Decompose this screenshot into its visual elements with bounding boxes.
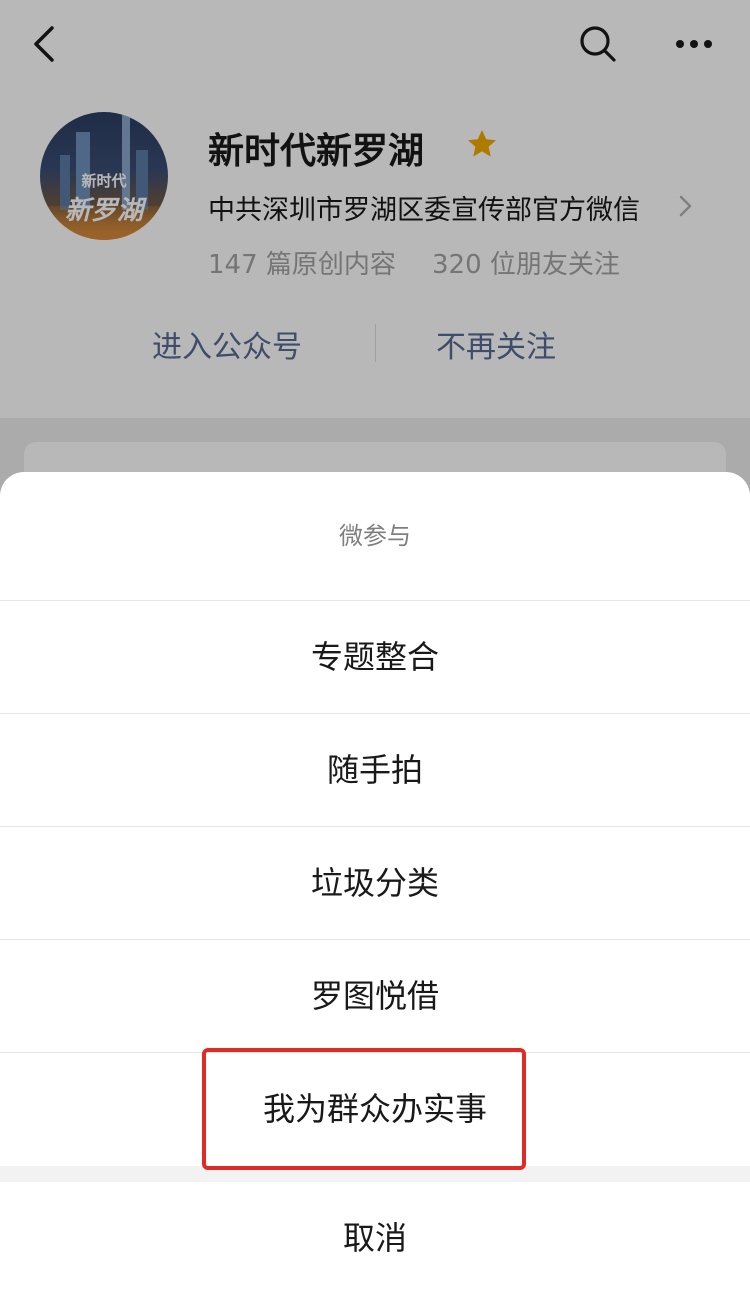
sheet-item-garbage-sorting[interactable]: 垃圾分类: [0, 826, 750, 939]
action-sheet-title: 微参与: [339, 522, 411, 550]
sheet-item-library-borrow[interactable]: 罗图悦借: [0, 939, 750, 1052]
sheet-item-snapshot[interactable]: 随手拍: [0, 713, 750, 826]
action-sheet: 微参与 专题整合 随手拍 垃圾分类 罗图悦借 我为群众办实事 取消: [0, 472, 750, 1294]
highlight-annotation-box: [202, 1048, 526, 1170]
cancel-button[interactable]: 取消: [0, 1182, 750, 1294]
sheet-item-topic[interactable]: 专题整合: [0, 600, 750, 713]
